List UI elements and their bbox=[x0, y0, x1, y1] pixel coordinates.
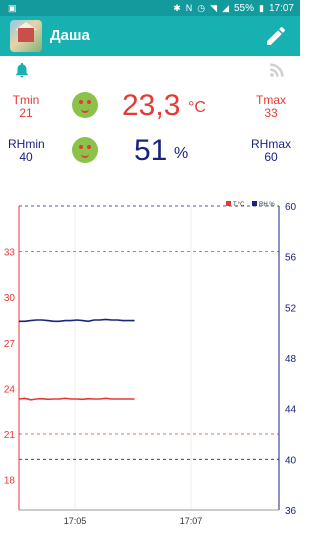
feed-button[interactable] bbox=[267, 60, 287, 85]
legend-label: T,°C bbox=[233, 202, 245, 208]
tmax-value: 33 bbox=[264, 106, 278, 120]
rhmax-value: 60 bbox=[264, 150, 278, 164]
image-notification-icon: ▣ bbox=[8, 3, 17, 13]
status-time: 17:07 bbox=[268, 2, 294, 14]
rhmin-value: 40 bbox=[19, 150, 33, 164]
battery-percent: 55% bbox=[234, 2, 255, 14]
right-tick-label: 40 bbox=[285, 455, 297, 466]
rss-icon bbox=[270, 63, 284, 77]
right-tick-label: 44 bbox=[285, 405, 297, 416]
edit-button[interactable] bbox=[264, 24, 288, 48]
series-line-rh bbox=[19, 318, 135, 323]
rhmax-group: RHmax 60 bbox=[251, 138, 291, 164]
tmin-group: Tmin 21 bbox=[10, 94, 42, 120]
alarm-icon: ◷ bbox=[197, 3, 206, 13]
left-tick-label: 24 bbox=[4, 384, 16, 395]
bluetooth-icon: ✱ bbox=[173, 3, 181, 13]
smiley-face-icon bbox=[72, 137, 98, 163]
bell-icon bbox=[16, 62, 28, 78]
notification-button[interactable] bbox=[13, 60, 31, 85]
x-tick-label: 17:07 bbox=[180, 516, 203, 526]
right-tick-label: 48 bbox=[285, 354, 297, 365]
device-avatar[interactable] bbox=[10, 20, 42, 52]
right-tick-label: 36 bbox=[285, 506, 297, 517]
temperature-value: 23,3 bbox=[122, 89, 181, 122]
app-bar: Даша bbox=[0, 16, 300, 56]
pencil-icon bbox=[267, 26, 286, 45]
history-chart[interactable]: 17:05 17:07 18 21 24 27 30 33 36 40 44 48 52 56 60 T,°C… bbox=[0, 196, 300, 533]
status-right-icons: ✱ N ◷ ◥ ◢ 55% ▮ 17:07 bbox=[173, 2, 294, 14]
wifi-icon: ◥ bbox=[210, 3, 218, 13]
signal-icon: ◢ bbox=[222, 3, 229, 13]
left-tick-label: 27 bbox=[4, 339, 16, 350]
status-left-icons: ▣ bbox=[8, 2, 17, 14]
smiley-face-icon bbox=[72, 92, 98, 118]
left-tick-label: 18 bbox=[4, 476, 16, 487]
humidity-unit: % bbox=[174, 145, 189, 162]
series-line-tc bbox=[18, 397, 135, 401]
status-bar: ▣ ✱ N ◷ ◥ ◢ 55% ▮ 17:07 bbox=[0, 0, 300, 16]
tmax-group: Tmax 33 bbox=[254, 94, 288, 120]
battery-icon: ▮ bbox=[259, 3, 264, 13]
left-tick-label: 30 bbox=[4, 293, 16, 304]
right-tick-label: 52 bbox=[285, 303, 297, 314]
right-tick-label: 56 bbox=[285, 253, 297, 264]
rhmin-group: RHmin 40 bbox=[8, 138, 45, 164]
left-tick-label: 33 bbox=[4, 248, 16, 259]
avatar-house bbox=[18, 28, 34, 42]
temperature-unit: °C bbox=[188, 99, 206, 116]
right-tick-label: 60 bbox=[285, 202, 297, 213]
tmin-value: 21 bbox=[19, 106, 33, 120]
nfc-icon: N bbox=[185, 3, 193, 13]
legend-swatch bbox=[252, 201, 257, 206]
x-tick-label: 17:05 bbox=[64, 516, 87, 526]
humidity-value: 51 bbox=[134, 134, 168, 167]
page-title: Даша bbox=[50, 27, 90, 44]
legend-label: RH,% bbox=[259, 202, 275, 208]
legend-swatch bbox=[226, 201, 231, 206]
left-tick-label: 21 bbox=[4, 430, 16, 441]
